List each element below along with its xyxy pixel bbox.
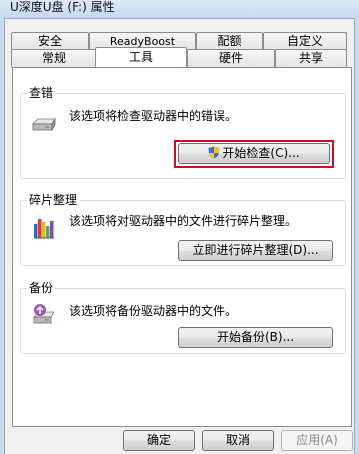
tab-customize[interactable]: 自定义 (263, 32, 347, 50)
tab-label: 配额 (217, 34, 242, 48)
title-bar: U深度U盘 (F:) 属性 (0, 0, 359, 18)
cancel-label: 取消 (225, 433, 250, 447)
tab-hardware[interactable]: 硬件 (187, 49, 275, 67)
uac-shield-icon (208, 146, 220, 159)
group-description: 该选项将对驱动器中的文件进行碎片整理。 (69, 214, 298, 228)
defrag-group: 碎片整理 该选项将对驱动器中的文件进行碎片整理。 立即进行碎片整理(D)... (20, 192, 346, 266)
window-title: U深度U盘 (F:) 属性 (10, 0, 115, 14)
tools-panel: 查错 该选项将检查驱动器中的错误。 开始检查(C)... 碎片整理 该选项将对驱… (12, 67, 352, 427)
tab-label: 共享 (298, 51, 323, 65)
cancel-button[interactable]: 取消 (202, 430, 274, 451)
tab-general[interactable]: 常规 (11, 49, 97, 67)
start-check-button[interactable]: 开始检查(C)... (178, 143, 330, 164)
drive-check-icon (31, 110, 57, 136)
tab-security[interactable]: 安全 (11, 32, 89, 50)
defrag-now-label: 立即进行碎片整理(D)... (192, 243, 319, 257)
backup-icon (31, 301, 57, 327)
group-title: 备份 (27, 280, 56, 296)
group-title: 查错 (27, 85, 56, 101)
start-backup-button[interactable]: 开始备份(B)... (178, 327, 333, 348)
error-check-group: 查错 该选项将检查驱动器中的错误。 开始检查(C)... (20, 85, 346, 179)
tab-label: 工具 (128, 50, 153, 64)
tab-label: 自定义 (286, 34, 323, 48)
tab-sharing[interactable]: 共享 (275, 49, 347, 67)
group-description: 该选项将检查驱动器中的错误。 (69, 109, 238, 123)
start-check-label: 开始检查(C)... (222, 146, 300, 160)
tab-tools[interactable]: 工具 (95, 47, 187, 67)
apply-label: 应用(A) (296, 433, 338, 447)
tab-label: 硬件 (218, 51, 243, 65)
start-backup-label: 开始备份(B)... (216, 330, 295, 344)
ok-button[interactable]: 确定 (123, 430, 195, 451)
defrag-now-button[interactable]: 立即进行碎片整理(D)... (178, 240, 333, 261)
tab-label: 安全 (37, 34, 62, 48)
tab-label: 常规 (41, 51, 66, 65)
ok-label: 确定 (146, 433, 171, 447)
defrag-icon (31, 214, 57, 240)
backup-group: 备份 该选项将备份驱动器中的文件。 开始备份(B)... (20, 280, 346, 354)
properties-dialog: 安全 ReadyBoost 配额 自定义 常规 工具 硬件 共享 查错 该选项将… (4, 18, 355, 454)
apply-button[interactable]: 应用(A) (281, 430, 353, 451)
tab-quota[interactable]: 配额 (196, 32, 263, 50)
group-description: 该选项将备份驱动器中的文件。 (69, 304, 238, 318)
group-title: 碎片整理 (27, 192, 80, 208)
